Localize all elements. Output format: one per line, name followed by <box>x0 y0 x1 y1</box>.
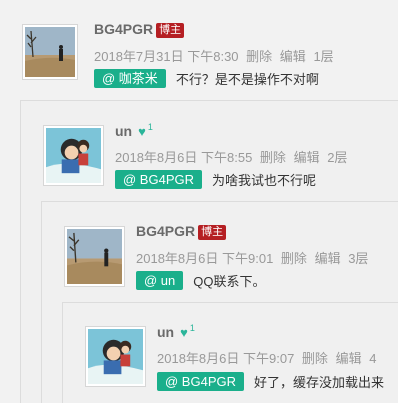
floor-number: 4 <box>369 351 377 366</box>
author-label[interactable]: un <box>115 123 132 139</box>
heart-icon[interactable]: ♥ <box>138 124 146 139</box>
author-label[interactable]: BG4PGR <box>136 223 195 239</box>
delete-link[interactable]: 删除 <box>260 150 286 165</box>
author-name[interactable]: BG4PGR 博主 <box>136 223 227 240</box>
mention-tag[interactable]: @ BG4PGR <box>115 170 202 189</box>
avatar[interactable] <box>64 226 125 287</box>
avatar[interactable] <box>85 326 146 387</box>
like-count: 1 <box>147 122 153 132</box>
admin-badge: 博主 <box>156 23 185 38</box>
comment-meta: 2018年8月6日 下午8:55 删除 编辑 2层 <box>115 147 351 166</box>
floor-number: 1层 <box>313 49 334 64</box>
comment-date: 2018年8月6日 下午8:55 <box>115 150 253 165</box>
floor-number: 2层 <box>327 150 348 165</box>
delete-link[interactable]: 删除 <box>281 251 307 266</box>
mention-tag[interactable]: @ un <box>136 271 184 290</box>
comment-body: @ un QQ联系下。 <box>136 271 266 290</box>
author-name[interactable]: un ♥ 1 <box>157 323 195 340</box>
comment-text: 为啥我试也不行呢 <box>212 173 317 188</box>
avatar[interactable] <box>22 24 78 80</box>
like-count: 1 <box>189 323 195 333</box>
comment-date: 2018年7月31日 下午8:30 <box>94 49 239 64</box>
delete-link[interactable]: 删除 <box>302 351 328 366</box>
comment-meta: 2018年8月6日 下午9:07 删除 编辑 4 <box>157 348 380 367</box>
comment-body: @ BG4PGR 好了，缓存没加载出来 <box>157 372 384 391</box>
avatar[interactable] <box>43 125 104 186</box>
edit-link[interactable]: 编辑 <box>315 251 341 266</box>
mention-tag[interactable]: @ 咖茶米 <box>94 69 166 88</box>
author-name[interactable]: un ♥ 1 <box>115 122 153 139</box>
mention-tag[interactable]: @ BG4PGR <box>157 372 244 391</box>
comment-text: 不行？是不是操作不对啊 <box>175 72 319 87</box>
edit-link[interactable]: 编辑 <box>294 150 320 165</box>
admin-badge: 博主 <box>198 225 227 240</box>
author-label[interactable]: un <box>157 324 174 340</box>
author-name[interactable]: BG4PGR 博主 <box>94 21 185 38</box>
comment-text: QQ联系下。 <box>193 274 266 289</box>
comment-body: @ 咖茶米 不行？是不是操作不对啊 <box>94 69 319 88</box>
comment-date: 2018年8月6日 下午9:07 <box>157 351 295 366</box>
edit-link[interactable]: 编辑 <box>336 351 362 366</box>
floor-number: 3层 <box>348 251 369 266</box>
comment-meta: 2018年7月31日 下午8:30 删除 编辑 1层 <box>94 46 338 65</box>
comment-meta: 2018年8月6日 下午9:01 删除 编辑 3层 <box>136 248 372 267</box>
heart-icon[interactable]: ♥ <box>180 325 188 340</box>
author-label[interactable]: BG4PGR <box>94 21 153 37</box>
comment-body: @ BG4PGR 为啥我试也不行呢 <box>115 170 316 189</box>
edit-link[interactable]: 编辑 <box>280 49 306 64</box>
comment-text: 好了，缓存没加载出来 <box>254 375 385 390</box>
delete-link[interactable]: 删除 <box>246 49 272 64</box>
comment-date: 2018年8月6日 下午9:01 <box>136 251 274 266</box>
